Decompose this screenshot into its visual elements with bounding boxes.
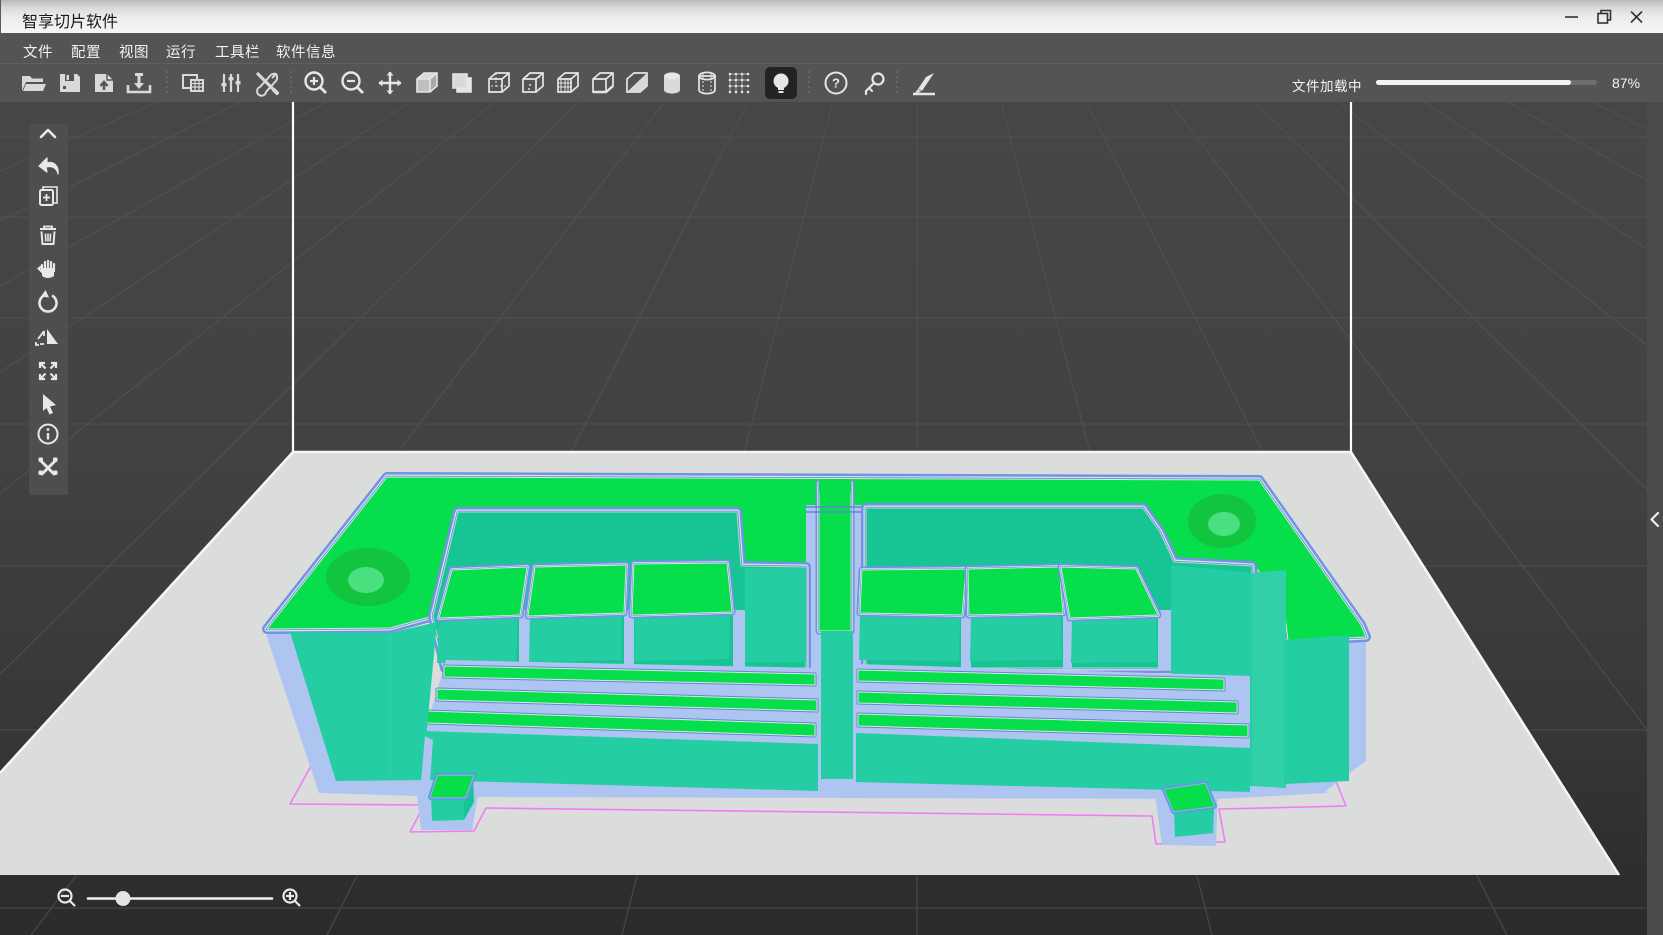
svg-text:?: ?: [832, 76, 840, 91]
